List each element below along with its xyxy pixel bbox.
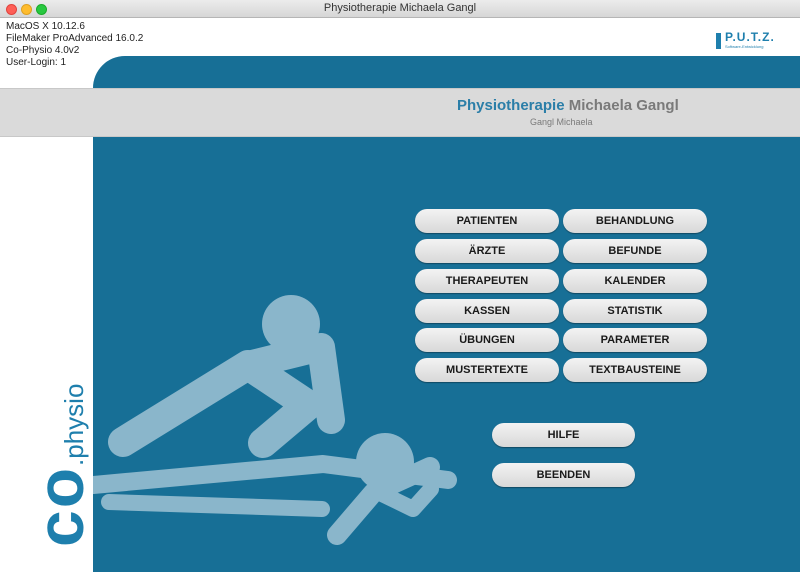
filemaker-version: FileMaker ProAdvanced 16.0.2	[6, 33, 144, 44]
header-band	[0, 88, 800, 137]
logo-co: co	[23, 465, 97, 547]
uebungen-button[interactable]: ÜBUNGEN	[415, 328, 559, 352]
behandlung-button[interactable]: BEHANDLUNG	[563, 209, 707, 233]
logo-physio: .physio	[59, 383, 89, 466]
window-title: Physiotherapie Michaela Gangl	[323, 2, 477, 14]
statistik-button[interactable]: STATISTIK	[563, 299, 707, 323]
window-titlebar: Physiotherapie Michaela Gangl	[0, 0, 800, 18]
beenden-button[interactable]: BEENDEN	[492, 463, 635, 487]
textbausteine-button[interactable]: TEXTBAUSTEINE	[563, 358, 707, 382]
os-version: MacOS X 10.12.6	[6, 21, 85, 32]
therapist-head-icon	[262, 295, 320, 353]
befunde-button[interactable]: BEFUNDE	[563, 239, 707, 263]
practice-title-part1: Physiotherapie	[457, 97, 565, 114]
header-curve	[93, 56, 800, 90]
kassen-button[interactable]: KASSEN	[415, 299, 559, 323]
mustertexte-button[interactable]: MUSTERTEXTE	[415, 358, 559, 382]
hilfe-button[interactable]: HILFE	[492, 423, 635, 447]
patienten-button[interactable]: PATIENTEN	[415, 209, 559, 233]
therapeuten-button[interactable]: THERAPEUTEN	[415, 269, 559, 293]
co-physio-logo: co.physio	[23, 383, 97, 547]
patient-head-icon	[356, 433, 414, 491]
physiotherapy-illustration	[93, 295, 457, 545]
current-user-name: Gangl Michaela	[530, 117, 593, 127]
putz-logo: P.U.T.Z. Software-Entwicklung	[716, 30, 776, 49]
kalender-button[interactable]: KALENDER	[563, 269, 707, 293]
aerzte-button[interactable]: ÄRZTE	[415, 239, 559, 263]
logo-word: P.U.T.Z.	[725, 30, 775, 44]
logo-subtitle: Software-Entwicklung	[725, 44, 764, 49]
practice-title-part2: Michaela Gangl	[568, 97, 679, 114]
parameter-button[interactable]: PARAMETER	[563, 328, 707, 352]
practice-title: Physiotherapie Michaela Gangl	[457, 97, 679, 114]
